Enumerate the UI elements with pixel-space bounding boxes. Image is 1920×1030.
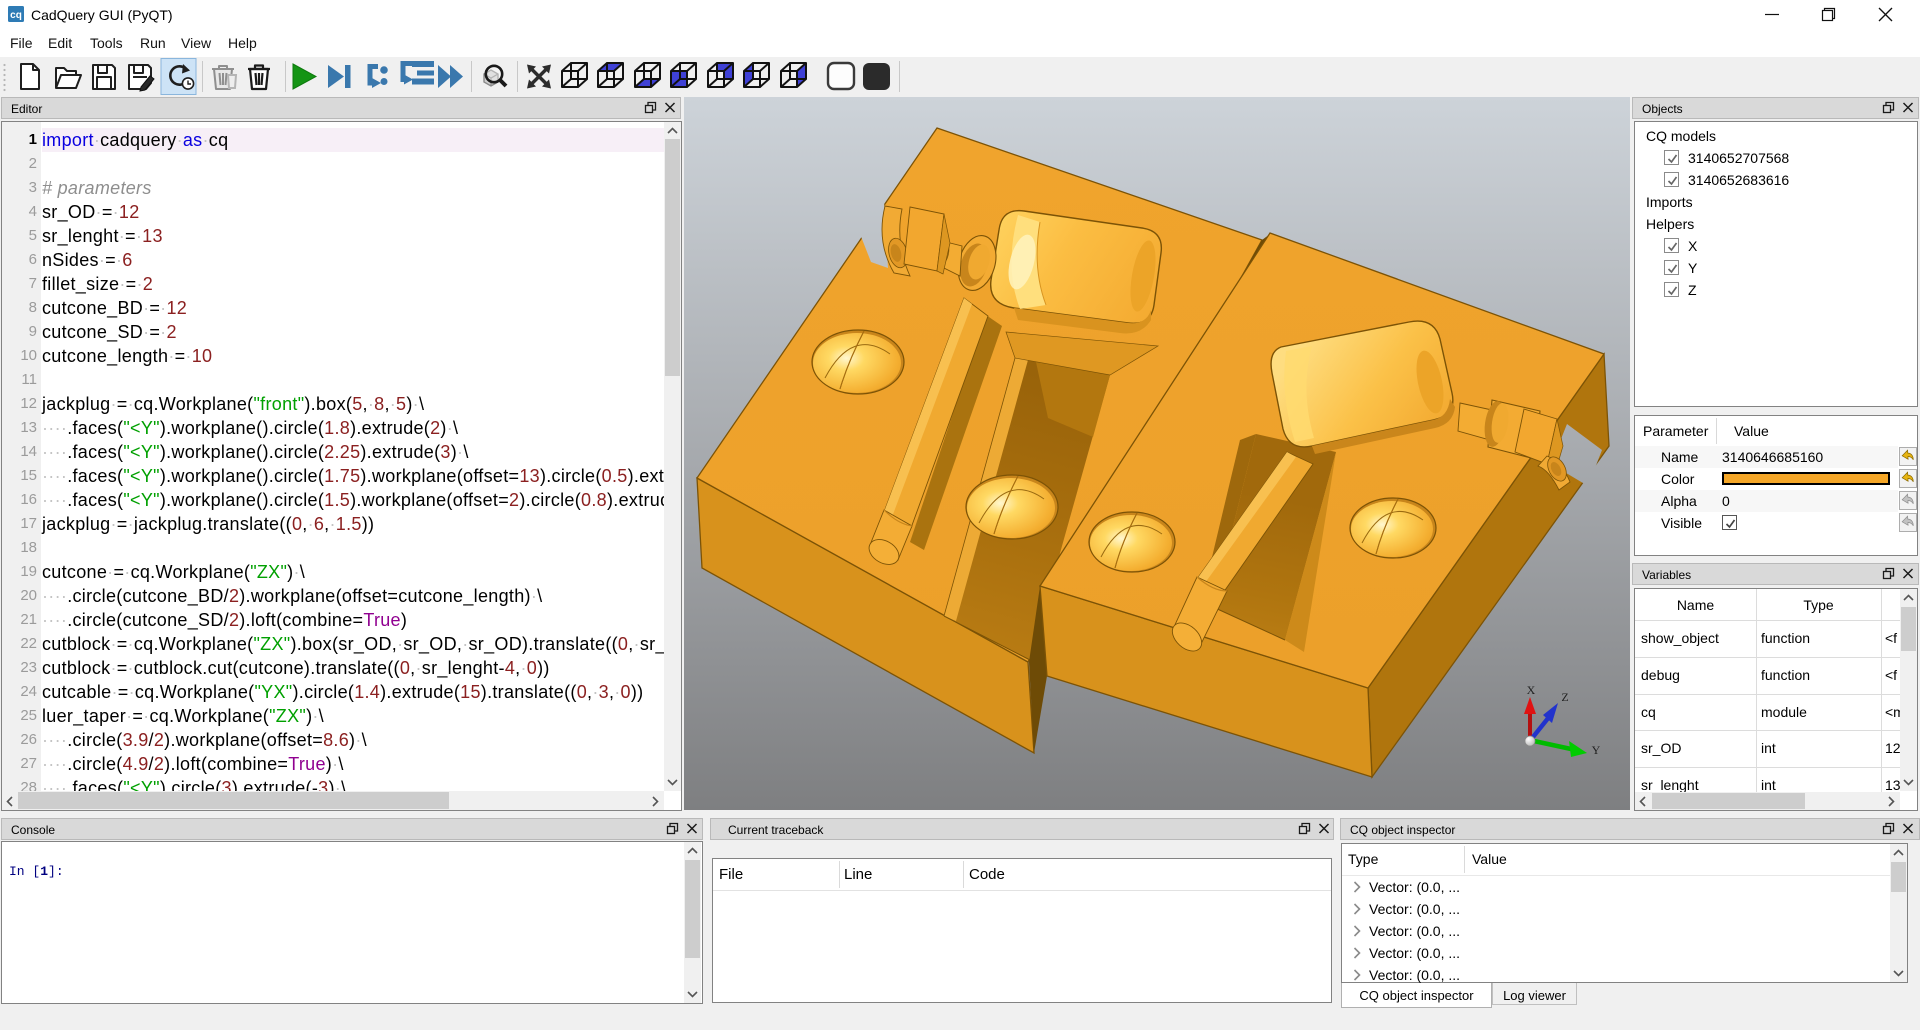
svg-text:cq: cq [10,10,22,21]
svg-text:Y: Y [1592,743,1601,757]
svg-text:X: X [1527,683,1536,697]
svg-text:Z: Z [1561,690,1568,704]
